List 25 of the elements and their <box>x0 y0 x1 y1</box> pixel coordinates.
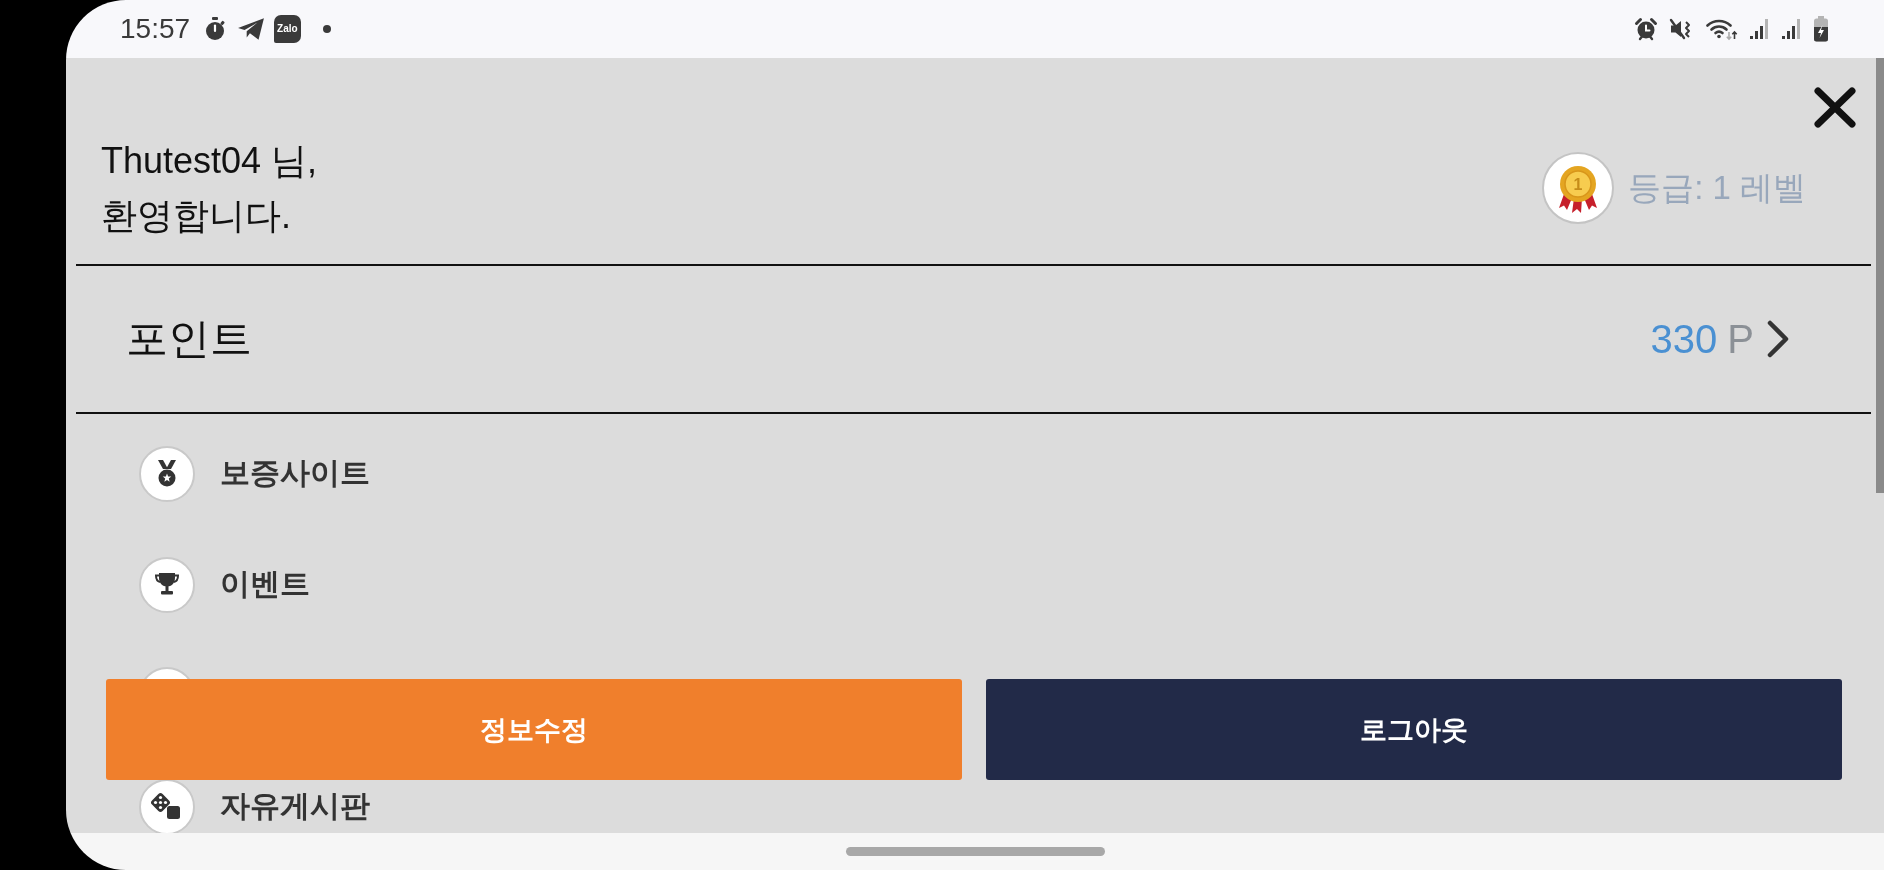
dot-icon <box>322 25 331 33</box>
wifi-icon <box>1706 17 1738 41</box>
logout-button[interactable]: 로그아웃 <box>986 679 1842 780</box>
battery-icon <box>1813 16 1829 42</box>
points-unit: P <box>1727 316 1754 362</box>
level-label: 등급: 1 레벨 <box>1628 167 1806 208</box>
menu-item[interactable]: 보증사이트 <box>139 445 370 502</box>
stopwatch-icon <box>204 17 227 41</box>
chevron-right-icon[interactable] <box>1766 319 1790 359</box>
alarm-clock-icon <box>1634 17 1658 41</box>
status-time: 15:57 <box>120 13 191 45</box>
points-amount: 330 <box>1650 316 1718 362</box>
close-button[interactable] <box>1812 86 1858 129</box>
signal-icon <box>1749 17 1770 41</box>
scrollbar-thumb[interactable] <box>1876 58 1884 493</box>
close-icon <box>1812 86 1858 129</box>
points-title: 포인트 <box>126 314 252 364</box>
paper-plane-icon <box>237 17 266 41</box>
greeting-text: Thutest04 님, 환영합니다. <box>101 139 318 238</box>
chat-app-icon: Zalo <box>274 15 301 43</box>
menu-item[interactable]: 이벤트 <box>139 556 310 613</box>
medal-icon: 1 <box>1542 152 1615 224</box>
star-medal-icon <box>139 445 195 502</box>
trophy-icon <box>139 556 195 613</box>
signal-icon <box>1781 17 1802 41</box>
